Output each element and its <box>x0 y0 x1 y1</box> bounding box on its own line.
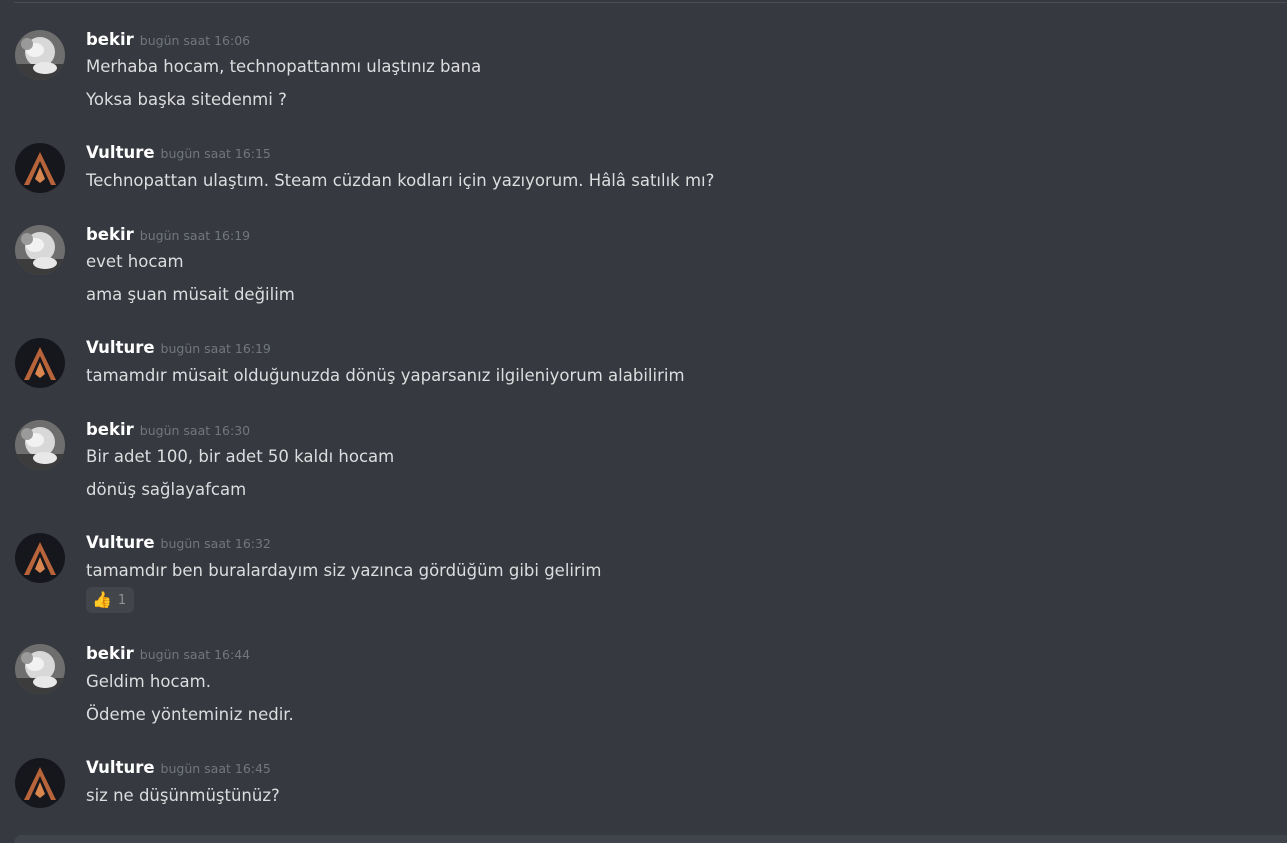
message-text: Technopattan ulaştım. Steam cüzdan kodla… <box>86 171 715 190</box>
timestamp: bugün saat 16:19 <box>160 341 271 356</box>
vulture-avatar[interactable] <box>15 533 65 583</box>
username[interactable]: Vulture <box>86 533 155 552</box>
vulture-avatar[interactable] <box>15 338 65 388</box>
message-text: ama şuan müsait değilim <box>86 285 295 304</box>
reaction-count: 1 <box>117 592 127 608</box>
message-text: siz ne düşünmüştünüz? <box>86 786 280 805</box>
message-text: tamamdır müsait olduğunuzda dönüş yapars… <box>86 366 685 385</box>
timestamp: bugün saat 16:15 <box>160 146 271 161</box>
message-input-bar[interactable] <box>14 835 1287 843</box>
message-text: Bir adet 100, bir adet 50 kaldı hocam <box>86 447 395 466</box>
vulture-avatar[interactable] <box>15 143 65 193</box>
username[interactable]: bekir <box>86 225 134 244</box>
message-text: Merhaba hocam, technopattanmı ulaştınız … <box>86 57 482 76</box>
username[interactable]: bekir <box>86 644 134 663</box>
top-divider <box>14 2 1287 3</box>
timestamp: bugün saat 16:32 <box>160 536 271 551</box>
timestamp: bugün saat 16:19 <box>139 228 251 243</box>
message-text: dönüş sağlayafcam <box>86 480 247 499</box>
username[interactable]: bekir <box>86 30 134 49</box>
timestamp: bugün saat 16:06 <box>139 33 251 48</box>
message-header: Vulture bugün saat 16:32 <box>86 533 271 555</box>
bekir-avatar[interactable] <box>15 644 65 694</box>
reaction-button[interactable]: 👍 1 <box>86 587 135 613</box>
message-header: Vulture bugün saat 16:15 <box>86 143 271 165</box>
message-text: evet hocam <box>86 252 184 271</box>
bekir-avatar[interactable] <box>15 420 65 470</box>
timestamp: bugün saat 16:30 <box>139 423 251 438</box>
message-header: bekir bugün saat 16:06 <box>86 30 250 52</box>
message-text: Ödeme yönteminiz nedir. <box>86 705 294 724</box>
message-header: bekir bugün saat 16:44 <box>86 644 250 666</box>
thumbs-up-icon: 👍 <box>92 590 112 609</box>
message-header: bekir bugün saat 16:19 <box>86 225 250 247</box>
message-text: Yoksa başka sitedenmi ? <box>86 90 287 109</box>
message-header: bekir bugün saat 16:30 <box>86 420 250 442</box>
username[interactable]: Vulture <box>86 143 155 162</box>
username[interactable]: Vulture <box>86 338 155 357</box>
chat-messages-area: bekir bugün saat 16:06 Merhaba hocam, tec… <box>0 0 1287 843</box>
bekir-avatar[interactable] <box>15 30 65 80</box>
bekir-avatar[interactable] <box>15 225 65 275</box>
message-text: tamamdır ben buralardayım siz yazınca gö… <box>86 561 602 580</box>
message-header: Vulture bugün saat 16:45 <box>86 758 271 780</box>
message-header: Vulture bugün saat 16:19 <box>86 338 271 360</box>
vulture-avatar[interactable] <box>15 758 65 808</box>
timestamp: bugün saat 16:45 <box>160 761 271 776</box>
username[interactable]: Vulture <box>86 758 155 777</box>
username[interactable]: bekir <box>86 420 134 439</box>
message-text: Geldim hocam. <box>86 672 211 691</box>
timestamp: bugün saat 16:44 <box>139 647 251 662</box>
